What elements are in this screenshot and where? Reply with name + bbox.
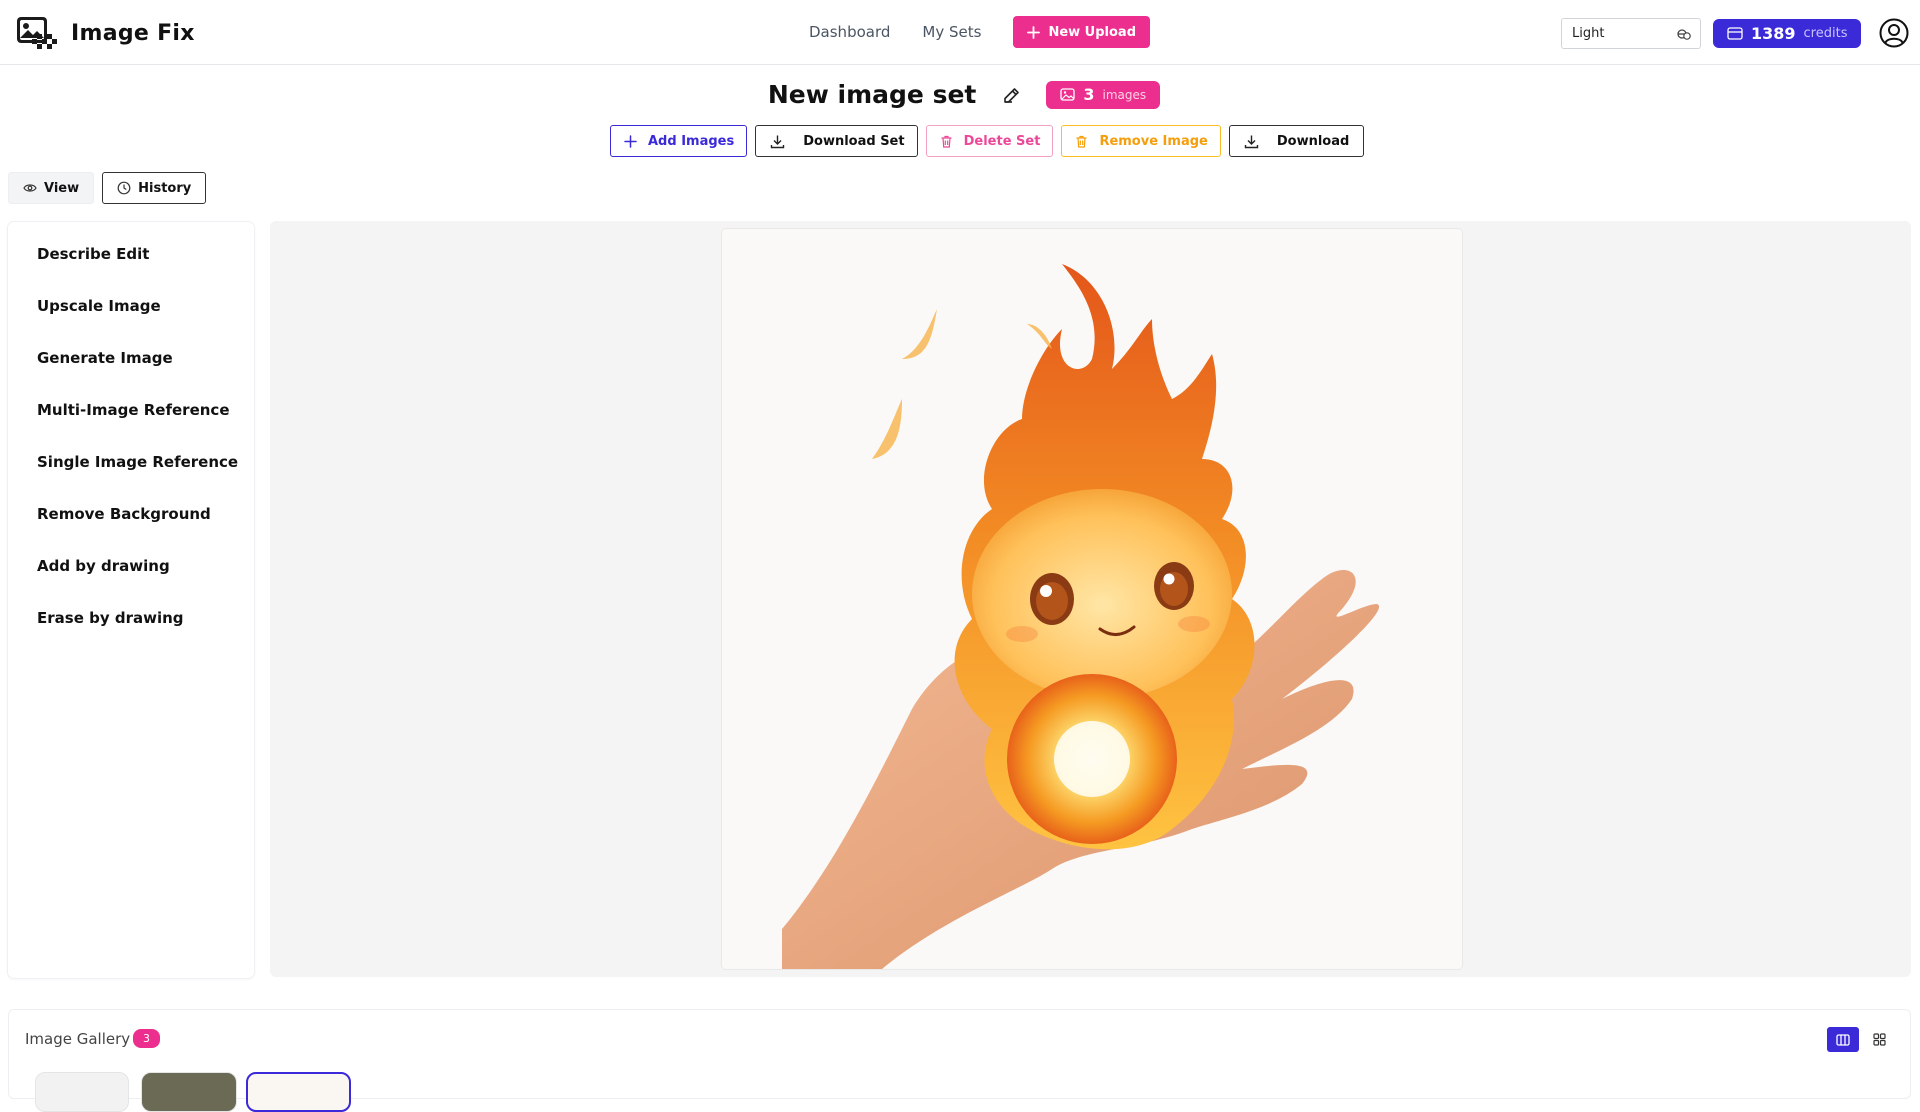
download-button[interactable]: Download xyxy=(1228,125,1365,157)
trash-icon xyxy=(1076,135,1087,148)
download-set-button[interactable]: Download Set xyxy=(755,125,918,157)
tab-view[interactable]: View xyxy=(8,172,95,204)
new-upload-label: New Upload xyxy=(1048,24,1136,40)
image-icon xyxy=(1060,88,1076,101)
gallery-view-toggle xyxy=(1827,1027,1895,1052)
main-nav: Dashboard My Sets New Upload xyxy=(809,16,1150,48)
tab-history[interactable]: History xyxy=(102,172,207,204)
image-count-badge: 3 images xyxy=(1046,80,1161,109)
credit-card-icon xyxy=(1727,27,1743,40)
tab-history-label: History xyxy=(138,180,192,196)
tab-view-label: View xyxy=(44,180,80,196)
download-icon xyxy=(771,135,785,148)
image-count-label: images xyxy=(1102,87,1147,102)
credits-badge[interactable]: 1389 credits xyxy=(1713,19,1861,48)
page-title: New image set xyxy=(767,80,977,109)
columns-icon xyxy=(1836,1033,1850,1046)
theme-toggle-icon xyxy=(1677,29,1691,40)
tool-single-image-reference[interactable]: Single Image Reference xyxy=(37,453,238,471)
gallery-thumbnail[interactable] xyxy=(35,1072,129,1112)
top-bar: Image Fix Dashboard My Sets New Upload L… xyxy=(0,0,1920,65)
tools-sidebar: Describe Edit Upscale Image Generate Ima… xyxy=(8,222,254,978)
download-label: Download xyxy=(1276,133,1350,149)
nav-my-sets[interactable]: My Sets xyxy=(922,16,981,48)
download-icon xyxy=(1244,135,1259,148)
add-images-button[interactable]: Add Images xyxy=(610,125,748,157)
gallery-count-badge: 3 xyxy=(133,1029,160,1048)
add-images-label: Add Images xyxy=(648,133,735,149)
app-logo-icon xyxy=(17,17,57,49)
download-set-label: Download Set xyxy=(803,133,905,149)
set-actions: Add Images Download Set Delete Set Remov… xyxy=(610,125,1365,157)
brand[interactable]: Image Fix xyxy=(16,16,195,50)
tool-add-by-drawing[interactable]: Add by drawing xyxy=(37,557,170,575)
image-canvas xyxy=(270,221,1911,977)
remove-image-button[interactable]: Remove Image xyxy=(1061,125,1221,157)
gallery-title: Image Gallery xyxy=(25,1030,131,1048)
set-header: New image set 3 images xyxy=(0,80,1920,109)
gallery-thumbnail[interactable] xyxy=(141,1072,237,1112)
tool-upscale-image[interactable]: Upscale Image xyxy=(37,297,161,315)
theme-select[interactable]: Light xyxy=(1561,18,1701,49)
selected-image[interactable] xyxy=(722,229,1462,969)
edit-title-icon[interactable] xyxy=(1002,85,1022,105)
tool-remove-background[interactable]: Remove Background xyxy=(37,505,211,523)
new-upload-button[interactable]: New Upload xyxy=(1013,16,1150,48)
image-gallery: Image Gallery 3 xyxy=(8,1009,1911,1112)
tool-erase-by-drawing[interactable]: Erase by drawing xyxy=(37,609,184,627)
columns-view-button[interactable] xyxy=(1827,1027,1859,1052)
tool-generate-image[interactable]: Generate Image xyxy=(37,349,173,367)
grid-icon xyxy=(1872,1033,1886,1046)
image-count: 3 xyxy=(1083,85,1095,104)
eye-icon xyxy=(23,184,37,192)
app-name: Image Fix xyxy=(71,20,195,46)
tool-describe-edit[interactable]: Describe Edit xyxy=(37,245,149,263)
view-tabs: View History xyxy=(8,172,207,204)
tool-multi-image-reference[interactable]: Multi-Image Reference xyxy=(37,401,230,419)
delete-set-button[interactable]: Delete Set xyxy=(925,125,1054,157)
delete-set-label: Delete Set xyxy=(963,133,1041,149)
remove-image-label: Remove Image xyxy=(1099,133,1208,149)
credits-value: 1389 xyxy=(1751,24,1796,43)
plus-icon xyxy=(1027,25,1041,39)
nav-dashboard[interactable]: Dashboard xyxy=(809,16,890,48)
gallery-thumbnail-selected[interactable] xyxy=(246,1072,351,1112)
trash-icon xyxy=(941,135,952,148)
credits-label: credits xyxy=(1803,26,1848,41)
user-avatar-icon[interactable] xyxy=(1879,18,1909,48)
grid-view-button[interactable] xyxy=(1863,1027,1895,1052)
clock-icon xyxy=(117,181,131,195)
fire-spirit-illustration xyxy=(722,229,1462,969)
plus-icon xyxy=(624,134,637,148)
theme-select-value: Light xyxy=(1572,26,1605,41)
